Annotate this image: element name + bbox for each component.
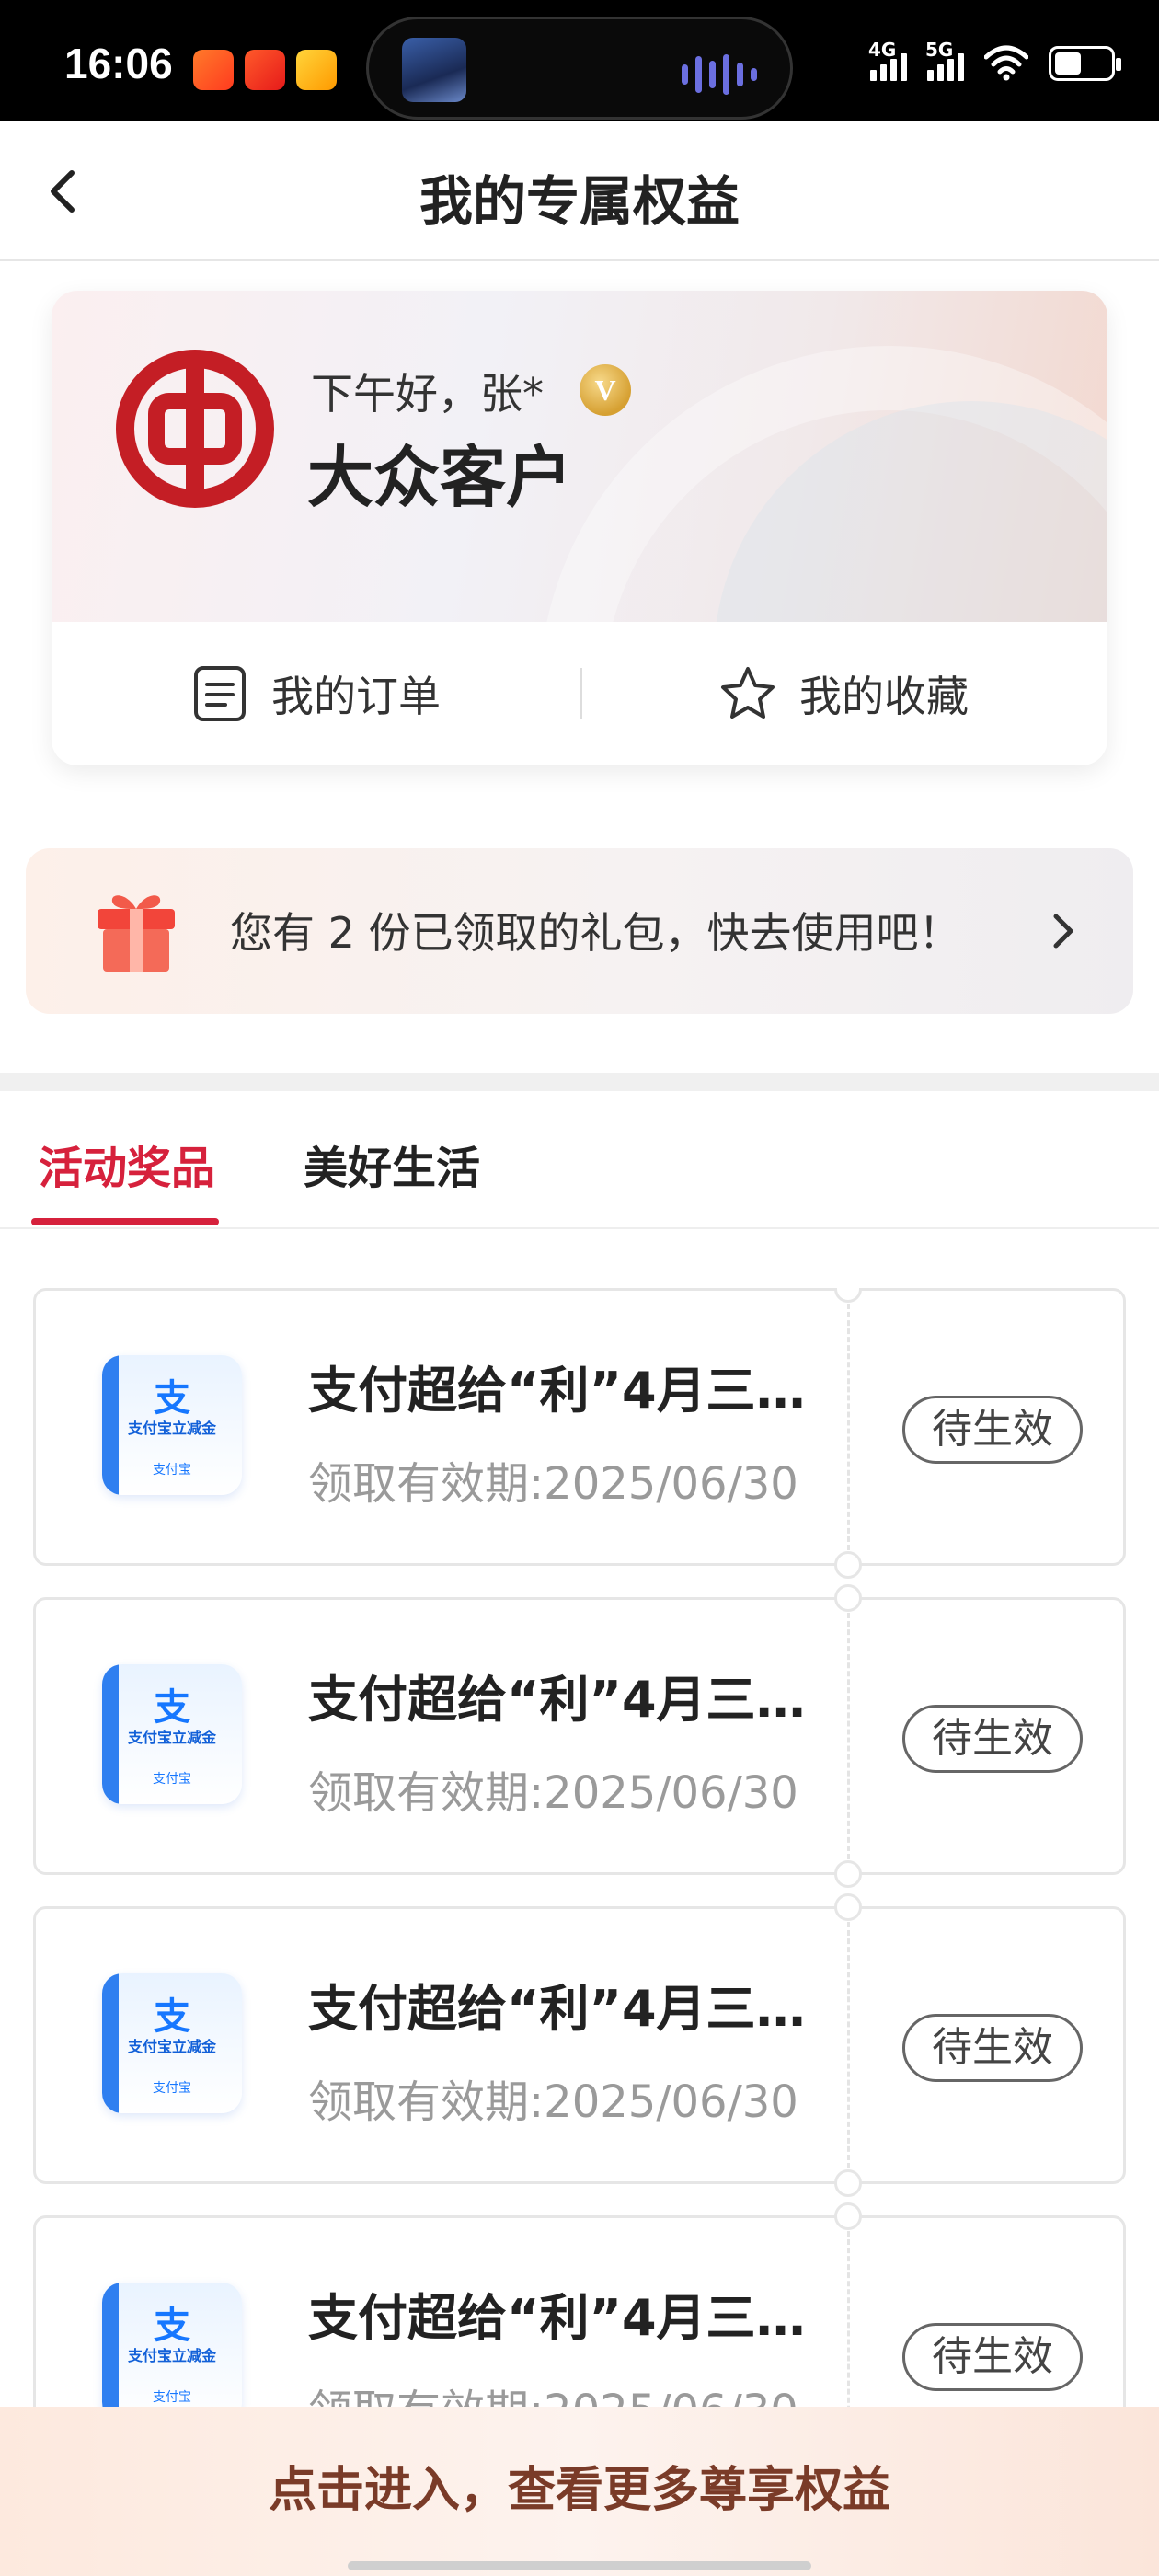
thumbnail-label: 支付宝立减金 [127, 2347, 216, 2364]
app-badge-icon [193, 50, 234, 90]
my-favorites-label: 我的收藏 [799, 672, 969, 721]
alipay-coupon-thumbnail: 支 支付宝立减金 支付宝 [102, 1355, 242, 1495]
prize-card[interactable]: 支 支付宝立减金 支付宝 支付超给“利”4月三等奖 领取有效期:2025/06/… [33, 1288, 1126, 1579]
audio-wave-icon [682, 54, 757, 95]
thumbnail-brand: 支付宝 [153, 1463, 191, 1478]
app-badge-icon [296, 50, 337, 90]
prize-validity: 领取有效期:2025/06/30 [308, 2375, 798, 2410]
gift-banner-text: 您有 2 份已领取的礼包，快去使用吧！ [230, 908, 961, 958]
status-badge: 待生效 [902, 1396, 1083, 1464]
thumbnail-label: 支付宝立减金 [127, 2038, 216, 2055]
thumbnail-brand: 支付宝 [153, 1772, 191, 1787]
prize-card[interactable]: 支 支付宝立减金 支付宝 支付超给“利”4月三等奖 领取有效期:2025/06/… [33, 1893, 1126, 2197]
dynamic-island[interactable] [366, 17, 793, 120]
status-badge: 待生效 [902, 2323, 1083, 2391]
prize-title: 支付超给“利”4月三等奖 [308, 1980, 845, 2038]
alipay-coupon-thumbnail: 支 支付宝立减金 支付宝 [102, 2283, 242, 2410]
thumbnail-label: 支付宝立减金 [127, 1729, 216, 1746]
prize-list[interactable]: 支 支付宝立减金 支付宝 支付超给“利”4月三等奖 领取有效期:2025/06/… [0, 1288, 1159, 2410]
network-label: 5G [925, 39, 954, 61]
star-icon [721, 667, 775, 719]
vip-badge-icon: V [580, 364, 631, 416]
thumbnail-brand: 支付宝 [153, 2390, 191, 2405]
page-header: 我的专属权益 [0, 121, 1159, 261]
alipay-logo-icon: 支 [154, 1995, 190, 2038]
signal-icon: 5G [925, 39, 964, 81]
status-time: 16:06 [64, 40, 173, 87]
status-badge: 待生效 [902, 1705, 1083, 1773]
active-tab-indicator [31, 1218, 219, 1225]
prize-card[interactable]: 支 支付宝立减金 支付宝 支付超给“利”4月三等奖 领取有效期:2025/06/… [33, 2202, 1126, 2410]
bank-logo-icon [116, 350, 274, 508]
battery-icon [1049, 46, 1121, 81]
prize-title: 支付超给“利”4月三等奖 [308, 1671, 845, 1729]
prize-validity: 领取有效期:2025/06/30 [308, 2076, 798, 2128]
gift-icon [98, 895, 175, 972]
member-card-header: 下午好，张* V 大众客户 [52, 291, 1107, 622]
prize-card[interactable]: 支 支付宝立减金 支付宝 支付超给“利”4月三等奖 领取有效期:2025/06/… [33, 1584, 1126, 1888]
thumbnail-label: 支付宝立减金 [127, 1420, 216, 1437]
section-separator [0, 1073, 1159, 1091]
prize-validity: 领取有效期:2025/06/30 [308, 1458, 798, 1510]
status-bar: 16:06 4G 5G [0, 0, 1159, 121]
status-indicators: 4G 5G [868, 39, 1121, 81]
tab-activity-prizes[interactable]: 活动奖品 [39, 1132, 215, 1196]
my-favorites-button[interactable]: 我的收藏 [580, 622, 1107, 765]
prize-validity: 领取有效期:2025/06/30 [308, 1767, 798, 1819]
tab-good-life[interactable]: 美好生活 [304, 1132, 480, 1196]
order-list-icon [194, 666, 246, 721]
my-orders-label: 我的订单 [271, 672, 441, 721]
prize-title: 支付超给“利”4月三等奖 [308, 1362, 845, 1420]
alipay-logo-icon: 支 [154, 1686, 190, 1729]
thumbnail-brand: 支付宝 [153, 2081, 191, 2096]
media-thumbnail [402, 38, 466, 102]
member-card-actions: 我的订单 我的收藏 [52, 622, 1107, 765]
wifi-icon [984, 45, 1028, 81]
more-benefits-bar[interactable]: 点击进入，查看更多尊享权益 [0, 2407, 1159, 2576]
member-card: 下午好，张* V 大众客户 我的订单 我的收藏 [52, 291, 1107, 765]
notification-badges [193, 50, 337, 90]
chevron-right-icon [1053, 914, 1073, 949]
prize-title: 支付超给“利”4月三等奖 [308, 2289, 845, 2347]
tab-bar: 活动奖品 美好生活 [0, 1091, 1159, 1229]
more-benefits-text: 点击进入，查看更多尊享权益 [268, 2463, 890, 2518]
home-indicator[interactable] [348, 2561, 811, 2570]
network-label: 4G [868, 39, 897, 61]
alipay-coupon-thumbnail: 支 支付宝立减金 支付宝 [102, 1973, 242, 2113]
alipay-logo-icon: 支 [154, 1377, 190, 1420]
alipay-coupon-thumbnail: 支 支付宝立减金 支付宝 [102, 1664, 242, 1804]
divider [580, 668, 582, 719]
customer-tier: 大众客户 [307, 438, 573, 516]
page-title: 我的专属权益 [419, 170, 740, 233]
app-badge-icon [245, 50, 285, 90]
my-orders-button[interactable]: 我的订单 [52, 622, 580, 765]
status-badge: 待生效 [902, 2014, 1083, 2082]
gift-banner[interactable]: 您有 2 份已领取的礼包，快去使用吧！ [26, 848, 1133, 1014]
signal-icon: 4G [868, 39, 907, 81]
alipay-logo-icon: 支 [154, 2305, 190, 2347]
greeting-text: 下午好，张* [311, 369, 544, 419]
